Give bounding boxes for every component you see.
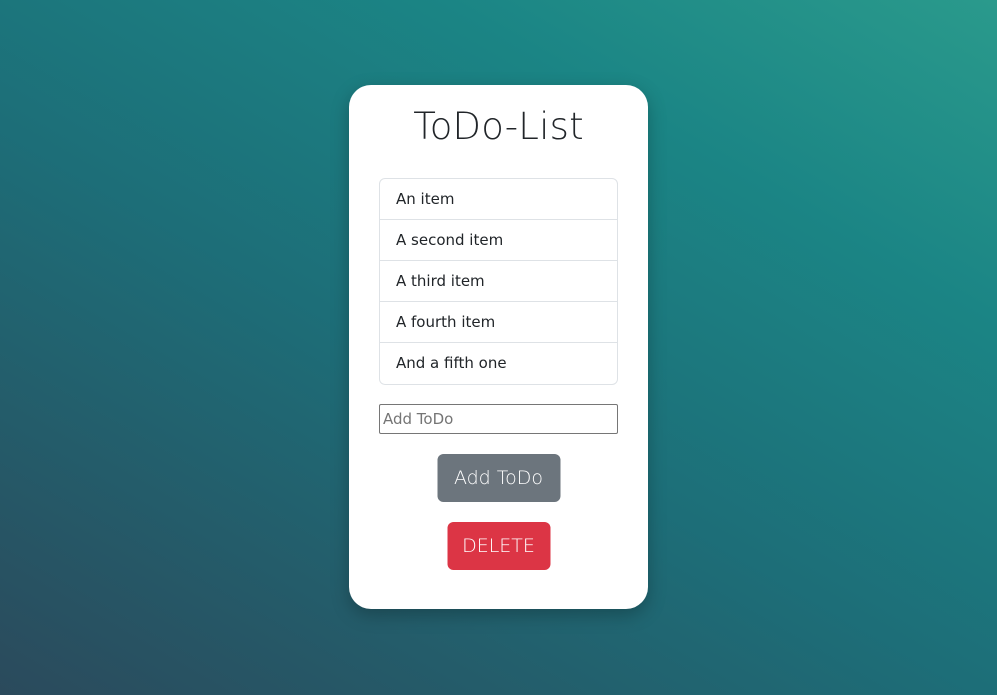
- add-todo-input[interactable]: [379, 404, 618, 434]
- list-item[interactable]: A fourth item: [380, 302, 617, 343]
- todo-list: An item A second item A third item A fou…: [379, 178, 618, 385]
- page-title: ToDo-List: [413, 105, 584, 148]
- list-item[interactable]: An item: [380, 179, 617, 220]
- delete-button[interactable]: DELETE: [447, 522, 550, 570]
- add-todo-button[interactable]: Add ToDo: [437, 454, 560, 502]
- list-item[interactable]: A second item: [380, 220, 617, 261]
- todo-card: ToDo-List An item A second item A third …: [349, 85, 648, 609]
- list-item[interactable]: A third item: [380, 261, 617, 302]
- list-item[interactable]: And a fifth one: [380, 343, 617, 384]
